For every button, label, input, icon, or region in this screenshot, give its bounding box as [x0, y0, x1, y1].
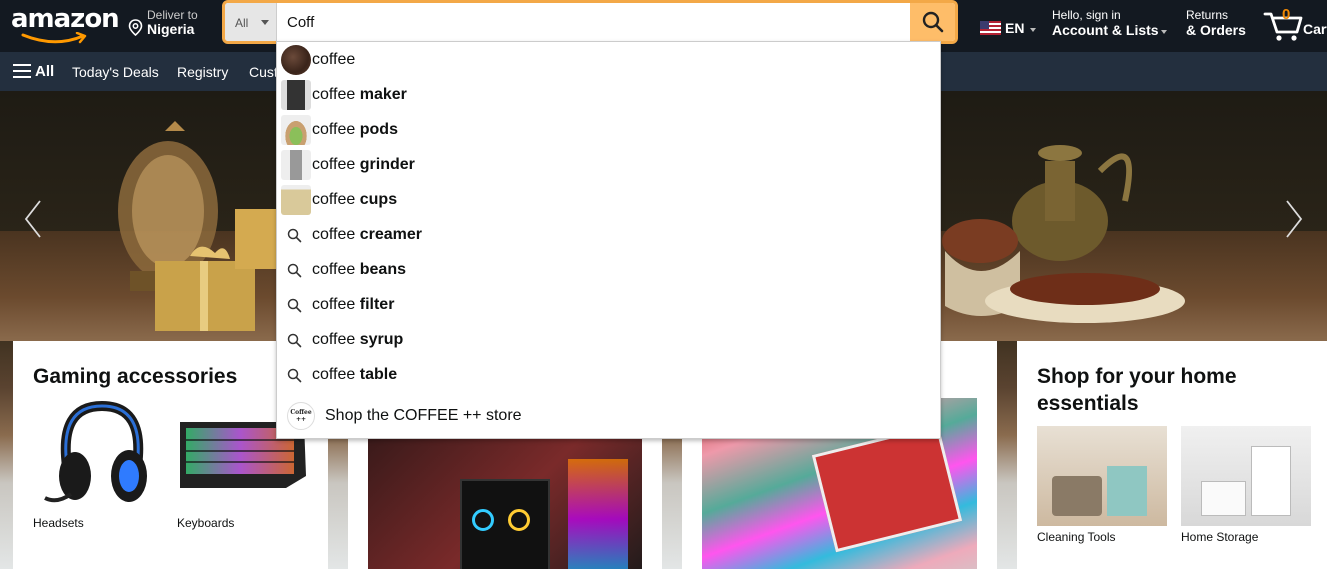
pc-case-image[interactable]: [368, 439, 642, 569]
suggestion-suffix: beans: [355, 261, 406, 278]
card-home-essentials: Shop for your home essentials Cleaning T…: [1017, 341, 1327, 569]
suggestion-prefix: coffee: [312, 121, 356, 138]
suggestion-suffix: cups: [355, 191, 398, 208]
cart-label: Cart: [1303, 21, 1327, 37]
search-icon: [287, 263, 302, 278]
chevron-down-icon: [261, 20, 269, 25]
suggestion-prefix: coffee: [312, 226, 356, 243]
card-title: Gaming accessories: [33, 365, 238, 388]
deliver-label: Deliver to: [147, 8, 198, 22]
shop-store-suggestion[interactable]: Coffee ++ Shop the COFFEE ++ store: [277, 398, 940, 434]
suggestion-suffix: pods: [355, 121, 398, 138]
logo-text: amazon: [11, 4, 120, 34]
returns-label: Returns: [1186, 8, 1229, 22]
suggestion-suffix: syrup: [355, 331, 404, 348]
account-greeting: Hello, sign in: [1052, 8, 1121, 22]
card-item-caption[interactable]: Cleaning Tools: [1037, 530, 1116, 544]
card-title: Shop for your home essentials: [1037, 365, 1237, 415]
coffee-beans-thumbnail-icon: [281, 45, 311, 75]
language-selector[interactable]: EN: [980, 18, 1037, 38]
search-icon: [922, 11, 943, 33]
search-icon: [287, 368, 302, 383]
returns-and-orders[interactable]: Returns & Orders: [1186, 8, 1246, 38]
search-category-label: All: [235, 16, 249, 30]
suggestion-suffix: table: [355, 366, 398, 383]
suggestion-item[interactable]: coffee maker: [277, 78, 940, 113]
all-menu-button[interactable]: All: [35, 63, 54, 80]
suggestion-item[interactable]: coffee grinder: [277, 148, 940, 183]
suggestion-item[interactable]: coffee syrup: [277, 323, 940, 358]
card-item-caption[interactable]: Keyboards: [177, 516, 234, 530]
deliver-location: Nigeria: [147, 21, 195, 37]
suggestion-item[interactable]: coffee cups: [277, 183, 940, 218]
suggestion-item[interactable]: coffee table: [277, 358, 940, 393]
search-suggestions-dropdown: coffee coffee maker coffee pods coffee g…: [276, 41, 941, 439]
suggestion-item[interactable]: coffee beans: [277, 253, 940, 288]
hamburger-menu-icon[interactable]: [13, 64, 31, 78]
subnav-item-todays-deals[interactable]: Today's Deals: [72, 64, 159, 80]
search-icon: [287, 333, 302, 348]
coffee-cups-thumbnail-icon: [281, 185, 311, 215]
suggestion-prefix: coffee: [312, 51, 356, 68]
carousel-next-icon[interactable]: [1283, 199, 1305, 239]
coffee-grinder-thumbnail-icon: [281, 150, 311, 180]
suggestion-prefix: coffee: [312, 366, 356, 383]
suggestion-suffix: grinder: [355, 156, 415, 173]
cart-count: 0: [1282, 6, 1291, 23]
home-storage-image[interactable]: [1181, 426, 1311, 526]
search-bar: All: [222, 0, 958, 44]
language-label: EN: [1005, 20, 1025, 36]
suggestion-item[interactable]: coffee filter: [277, 288, 940, 323]
search-category-dropdown[interactable]: All: [225, 3, 277, 41]
account-label: Account & Lists: [1052, 22, 1159, 38]
cleaning-tools-image[interactable]: [1037, 426, 1167, 526]
suggestion-prefix: coffee: [312, 156, 356, 173]
headset-image[interactable]: [37, 396, 157, 514]
suggestion-suffix: filter: [355, 296, 395, 313]
amazon-logo[interactable]: amazon: [11, 4, 120, 46]
card-item-caption[interactable]: Headsets: [33, 516, 84, 530]
chevron-down-icon: [1030, 27, 1037, 32]
chevron-down-icon: [1160, 29, 1167, 34]
suggestion-suffix: creamer: [355, 226, 423, 243]
suggestion-prefix: coffee: [312, 86, 356, 103]
suggestion-prefix: coffee: [312, 191, 356, 208]
suggestion-prefix: coffee: [312, 296, 356, 313]
search-icon: [287, 228, 302, 243]
location-pin-icon: [128, 19, 143, 36]
coffee-pods-thumbnail-icon: [281, 115, 311, 145]
orders-label: & Orders: [1186, 22, 1246, 38]
coffee-maker-thumbnail-icon: [281, 80, 311, 110]
suggestion-suffix: maker: [355, 86, 407, 103]
subnav-item-registry[interactable]: Registry: [177, 64, 228, 80]
suggestion-prefix: coffee: [312, 331, 356, 348]
suggestion-prefix: coffee: [312, 261, 356, 278]
card-item-caption[interactable]: Home Storage: [1181, 530, 1258, 544]
subnav-item-customer-service[interactable]: Cust: [249, 64, 278, 80]
suggestion-item[interactable]: coffee pods: [277, 113, 940, 148]
carousel-previous-icon[interactable]: [22, 199, 44, 239]
store-label: Shop the COFFEE ++ store: [325, 407, 522, 424]
search-button[interactable]: [910, 3, 955, 41]
logo-smile-icon: [21, 32, 87, 44]
account-and-lists[interactable]: Hello, sign in Account & Lists: [1052, 8, 1167, 38]
us-flag-icon: [980, 21, 1001, 35]
search-icon: [287, 298, 302, 313]
search-input[interactable]: [278, 3, 912, 41]
cart-button[interactable]: 0 Cart: [1263, 6, 1327, 42]
suggestion-item[interactable]: coffee: [277, 43, 940, 78]
suggestion-item[interactable]: coffee creamer: [277, 218, 940, 253]
coffee-store-logo: Coffee ++: [287, 402, 315, 430]
